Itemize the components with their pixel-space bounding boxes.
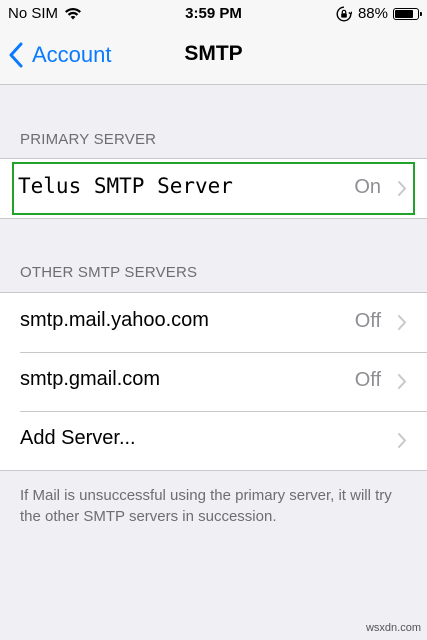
add-server-row[interactable]: Add Server... <box>0 411 427 470</box>
chevron-right-icon <box>398 181 406 196</box>
chevron-right-icon <box>398 374 406 389</box>
server-name: smtp.gmail.com <box>20 368 161 390</box>
primary-server-status: On <box>354 176 381 198</box>
battery-fill <box>395 9 413 18</box>
add-server-label: Add Server... <box>20 427 136 449</box>
status-bar: No SIM 3:59 PM 88% <box>0 0 427 28</box>
server-name: smtp.mail.yahoo.com <box>20 309 209 331</box>
orientation-lock-icon <box>336 6 352 21</box>
watermark: wsxdn.com <box>365 622 421 634</box>
server-row-yahoo[interactable]: smtp.mail.yahoo.com Off <box>0 293 427 352</box>
primary-server-group: Telus SMTP Server On <box>0 158 427 219</box>
footer-note: If Mail is unsuccessful using the primar… <box>20 487 392 525</box>
navigation-bar: Account SMTP <box>0 28 427 85</box>
primary-server-header: PRIMARY SERVER <box>20 131 157 148</box>
page-title: SMTP <box>184 42 243 65</box>
battery-icon <box>393 7 422 20</box>
chevron-right-icon <box>398 315 406 330</box>
other-servers-header: OTHER SMTP SERVERS <box>20 264 198 281</box>
status-right: 88% <box>336 5 422 22</box>
server-status: Off <box>354 310 381 332</box>
server-status: Off <box>354 369 381 391</box>
other-servers-group: smtp.mail.yahoo.com Off smtp.gmail.com O… <box>0 292 427 471</box>
primary-server-name: Telus SMTP Server <box>18 174 233 198</box>
primary-server-row[interactable]: Telus SMTP Server On <box>0 159 427 218</box>
chevron-right-icon <box>398 433 406 448</box>
battery-percent: 88% <box>357 5 388 22</box>
server-row-gmail[interactable]: smtp.gmail.com Off <box>0 352 427 411</box>
